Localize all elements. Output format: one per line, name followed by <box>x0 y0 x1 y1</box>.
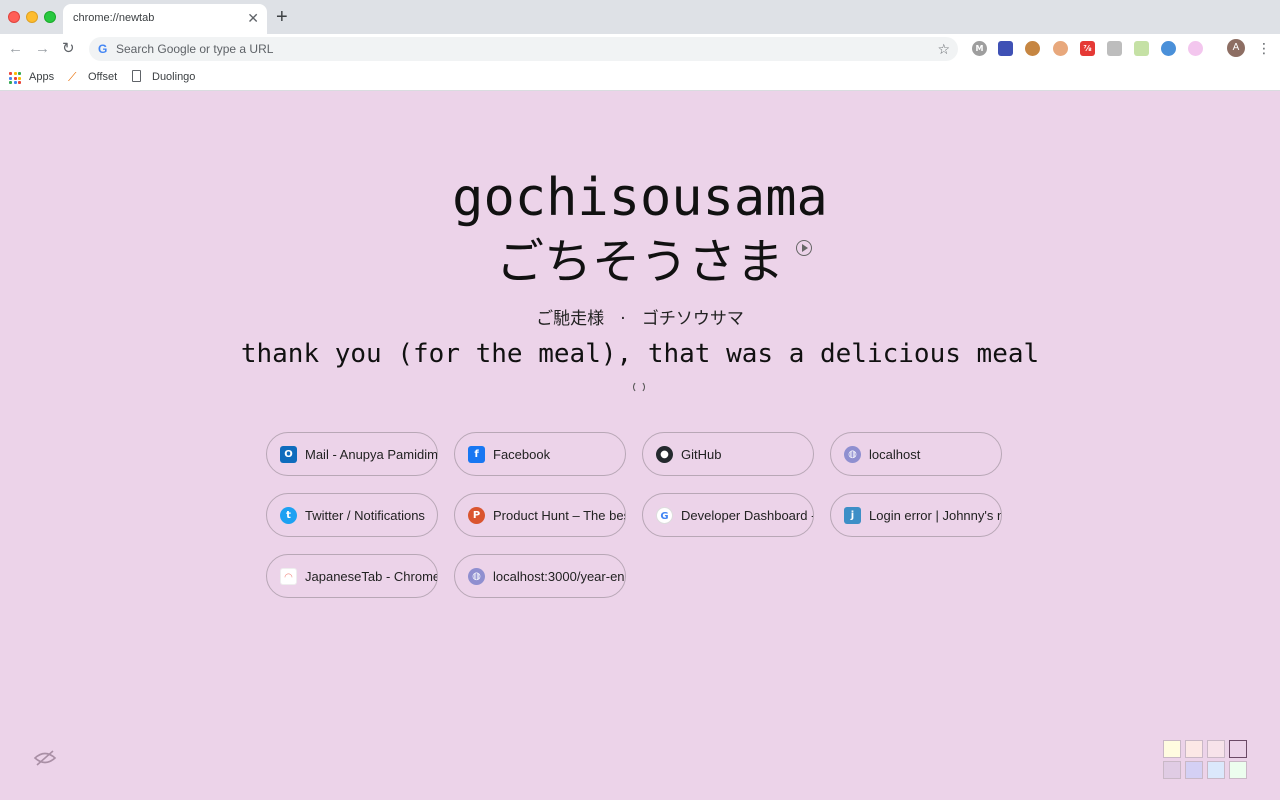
shortcut-label: JapaneseTab - Chrome Web Store <box>305 569 437 584</box>
extension-pink-dot-icon[interactable] <box>1188 41 1203 56</box>
shortcut-tile[interactable]: P Product Hunt – The best new products <box>454 493 626 537</box>
shortcut-tile[interactable]: t Twitter / Notifications <box>266 493 438 537</box>
active-tab[interactable]: chrome://newtab ✕ <box>63 4 267 34</box>
hide-eye-icon[interactable] <box>33 749 57 767</box>
word-romaji: gochisousama <box>452 168 828 228</box>
extension-crx-icon[interactable] <box>1107 41 1122 56</box>
page-icon <box>132 70 141 82</box>
word-katakana: ゴチソウサマ <box>641 309 744 329</box>
color-swatch[interactable] <box>1185 740 1203 758</box>
shortcut-tile[interactable]: O Mail - Anupya Pamidimukkala <box>266 432 438 476</box>
shortcut-tile[interactable]: ● GitHub <box>642 432 814 476</box>
word-hiragana: ごちそうさま <box>495 234 784 290</box>
j-icon: j <box>844 507 861 524</box>
extension-m-icon[interactable]: M <box>972 41 987 56</box>
extension-cookie-icon[interactable] <box>1025 41 1040 56</box>
extension-chart-icon[interactable] <box>998 41 1013 56</box>
shortcut-tile[interactable]: ◍ localhost <box>830 432 1002 476</box>
address-input[interactable] <box>116 40 916 58</box>
shortcut-tile[interactable]: G Developer Dashboard - Chrome <box>642 493 814 537</box>
github-icon: ● <box>656 446 673 463</box>
bookmark-duolingo[interactable]: Duolingo <box>132 69 212 85</box>
apps-grid-icon <box>9 72 21 84</box>
outlook-icon: O <box>280 446 297 463</box>
reading-separator: · <box>620 309 626 329</box>
globe-icon: ◍ <box>844 446 861 463</box>
word-readings: ご馳走様 · ゴチソウサマ <box>0 308 1280 330</box>
shortcut-label: Product Hunt – The best new products <box>493 508 625 523</box>
bookmark-label: Offset <box>88 71 118 83</box>
word-meaning: thank you (for the meal), that was a del… <box>240 339 1040 369</box>
shortcut-label: GitHub <box>681 447 722 462</box>
color-swatch[interactable] <box>1229 761 1247 779</box>
play-audio-icon[interactable] <box>796 240 812 256</box>
offset-icon: ⟋ <box>68 70 77 84</box>
color-swatch[interactable] <box>1163 761 1181 779</box>
shortcut-tile[interactable]: j Login error | Johnny's notes <box>830 493 1002 537</box>
reload-icon[interactable]: ↻ <box>62 40 75 58</box>
shortcut-label: localhost:3000/year-end <box>493 569 625 584</box>
word-kanji: ご馳走様 <box>536 309 605 329</box>
color-swatch[interactable] <box>1207 761 1225 779</box>
menu-kebab-icon[interactable]: ⋮ <box>1257 39 1271 57</box>
extension-grid-icon[interactable] <box>1134 41 1149 56</box>
color-swatch-selected[interactable] <box>1229 740 1247 758</box>
shortcut-label: Developer Dashboard - Chrome <box>681 508 813 523</box>
extension-face-icon[interactable] <box>1053 41 1068 56</box>
close-window-button[interactable] <box>8 11 20 23</box>
bookmark-apps[interactable]: Apps <box>9 69 69 85</box>
shortcut-tile[interactable]: ◠ JapaneseTab - Chrome Web Store <box>266 554 438 598</box>
new-tab-icon[interactable]: + <box>276 6 288 28</box>
facebook-icon: f <box>468 446 485 463</box>
product-hunt-icon: P <box>468 507 485 524</box>
minimize-window-button[interactable] <box>26 11 38 23</box>
shortcut-label: Mail - Anupya Pamidimukkala <box>305 447 437 462</box>
google-icon: G <box>98 42 108 56</box>
bookmark-star-icon[interactable]: ☆ <box>937 40 950 58</box>
color-swatch[interactable] <box>1207 740 1225 758</box>
google-icon: G <box>656 507 673 524</box>
shortcut-label: Twitter / Notifications <box>305 508 425 523</box>
toolbar: ← → ↻ G ☆ M ⅞ A ⋮ <box>0 34 1280 64</box>
shortcut-label: localhost <box>869 447 921 462</box>
rainbow-icon: ◠ <box>280 568 297 585</box>
shortcut-label: Login error | Johnny's notes <box>869 508 1001 523</box>
shortcut-label: Facebook <box>493 447 551 462</box>
twitter-icon: t <box>280 507 297 524</box>
loading-spinner-icon <box>633 381 645 393</box>
tab-title: chrome://newtab <box>73 12 155 24</box>
extension-translate-icon[interactable]: ⅞ <box>1080 41 1095 56</box>
color-swatch[interactable] <box>1185 761 1203 779</box>
shortcut-tile[interactable]: f Facebook <box>454 432 626 476</box>
extension-pulse-icon[interactable] <box>1161 41 1176 56</box>
tab-strip: chrome://newtab ✕ + <box>0 0 1280 34</box>
bookmark-label: Duolingo <box>152 71 196 83</box>
word-kana-row: ごちそうさま <box>0 232 1280 292</box>
bookmark-offset[interactable]: ⟋ Offset <box>68 69 128 85</box>
profile-avatar[interactable]: A <box>1227 39 1245 57</box>
maximize-window-button[interactable] <box>44 11 56 23</box>
back-arrow-icon[interactable]: ← <box>8 40 23 58</box>
close-tab-icon[interactable]: ✕ <box>247 10 259 26</box>
bookmark-label: Apps <box>29 71 55 83</box>
bookmarks-bar: Apps ⟋ Offset Duolingo <box>0 64 1280 91</box>
globe-icon: ◍ <box>468 568 485 585</box>
forward-arrow-icon[interactable]: → <box>35 40 50 58</box>
omnibox[interactable]: G ☆ <box>89 37 958 61</box>
color-swatch[interactable] <box>1163 740 1181 758</box>
shortcut-tile[interactable]: ◍ localhost:3000/year-end <box>454 554 626 598</box>
